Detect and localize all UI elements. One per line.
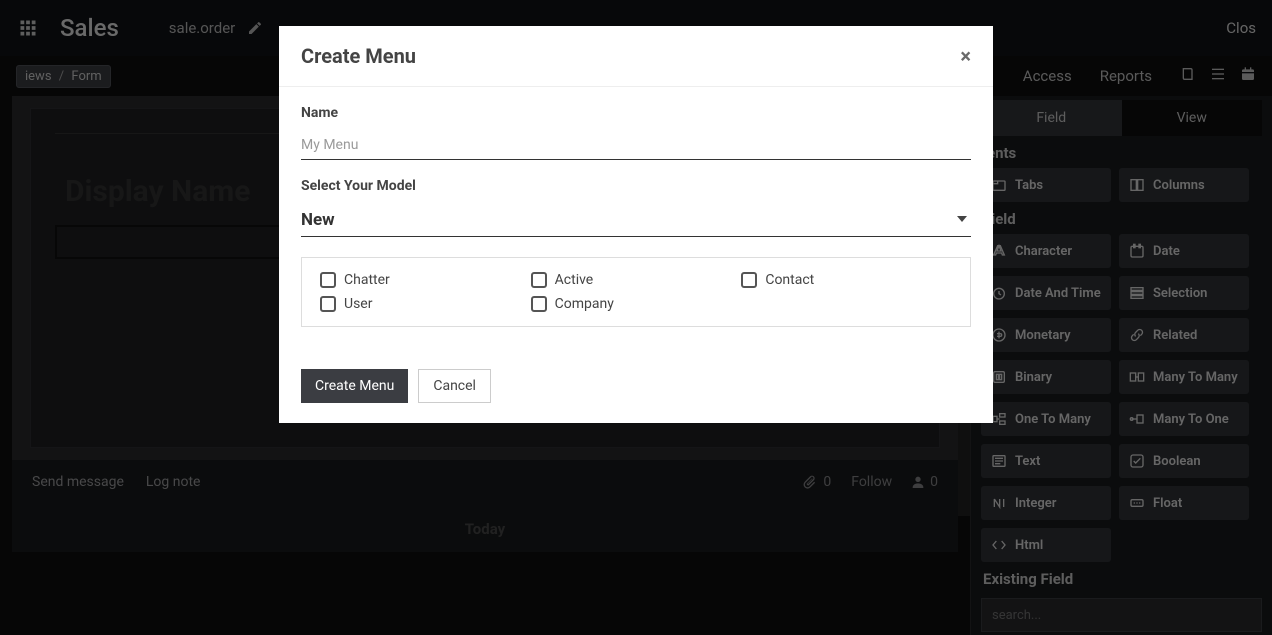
checkbox[interactable] — [320, 296, 336, 312]
checkbox[interactable] — [741, 272, 757, 288]
create-menu-button[interactable]: Create Menu — [301, 369, 408, 403]
option-contact[interactable]: Contact — [741, 272, 952, 288]
option-label: Active — [555, 272, 594, 288]
option-label: Company — [555, 296, 614, 312]
option-chatter[interactable]: Chatter — [320, 272, 531, 288]
cancel-button[interactable]: Cancel — [418, 369, 491, 403]
checkbox[interactable] — [320, 272, 336, 288]
option-company[interactable]: Company — [531, 296, 742, 312]
name-label: Name — [301, 105, 971, 121]
option-label: User — [344, 296, 372, 312]
option-active[interactable]: Active — [531, 272, 742, 288]
option-label: Contact — [765, 272, 814, 288]
checkbox[interactable] — [531, 272, 547, 288]
name-input[interactable] — [301, 131, 971, 160]
model-select[interactable]: New — [301, 204, 971, 237]
close-icon[interactable]: × — [960, 44, 971, 68]
model-label: Select Your Model — [301, 178, 971, 194]
option-label: Chatter — [344, 272, 390, 288]
option-user[interactable]: User — [320, 296, 531, 312]
create-menu-modal: Create Menu × Name Select Your Model New… — [279, 26, 993, 423]
checkbox[interactable] — [531, 296, 547, 312]
modal-title: Create Menu — [301, 44, 416, 68]
options-box: Chatter Active Contact User Company — [301, 257, 971, 327]
